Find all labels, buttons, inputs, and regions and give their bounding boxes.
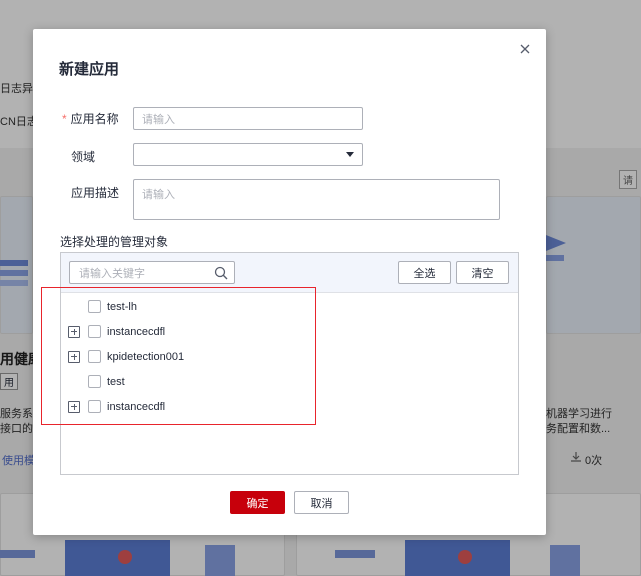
close-icon[interactable] bbox=[517, 41, 533, 57]
app-desc-textarea[interactable]: 请输入 bbox=[133, 179, 500, 220]
select-all-button[interactable]: 全选 bbox=[398, 261, 451, 284]
app-desc-label: 应用描述 bbox=[71, 186, 120, 200]
domain-select[interactable] bbox=[133, 143, 363, 166]
managed-objects-label: 选择处理的管理对象 bbox=[60, 235, 169, 249]
app-name-input[interactable]: 请输入 bbox=[133, 107, 363, 130]
keyword-search-input[interactable]: 请输入关键字 bbox=[69, 261, 235, 284]
cancel-button[interactable]: 取消 bbox=[294, 491, 349, 514]
required-mark: * bbox=[62, 112, 67, 126]
app-name-label: * 应用名称 bbox=[62, 112, 119, 126]
confirm-button[interactable]: 确定 bbox=[230, 491, 285, 514]
new-application-dialog: 新建应用 * 应用名称 请输入 领域 应用描述 请输入 选择处理的管理对象 请输入… bbox=[33, 29, 546, 535]
chevron-down-icon bbox=[346, 152, 354, 157]
domain-label: 领域 bbox=[71, 150, 96, 164]
dialog-title: 新建应用 bbox=[59, 61, 120, 78]
clear-button[interactable]: 清空 bbox=[456, 261, 509, 284]
search-icon[interactable] bbox=[214, 266, 228, 280]
highlight-annotation-box bbox=[41, 287, 316, 425]
